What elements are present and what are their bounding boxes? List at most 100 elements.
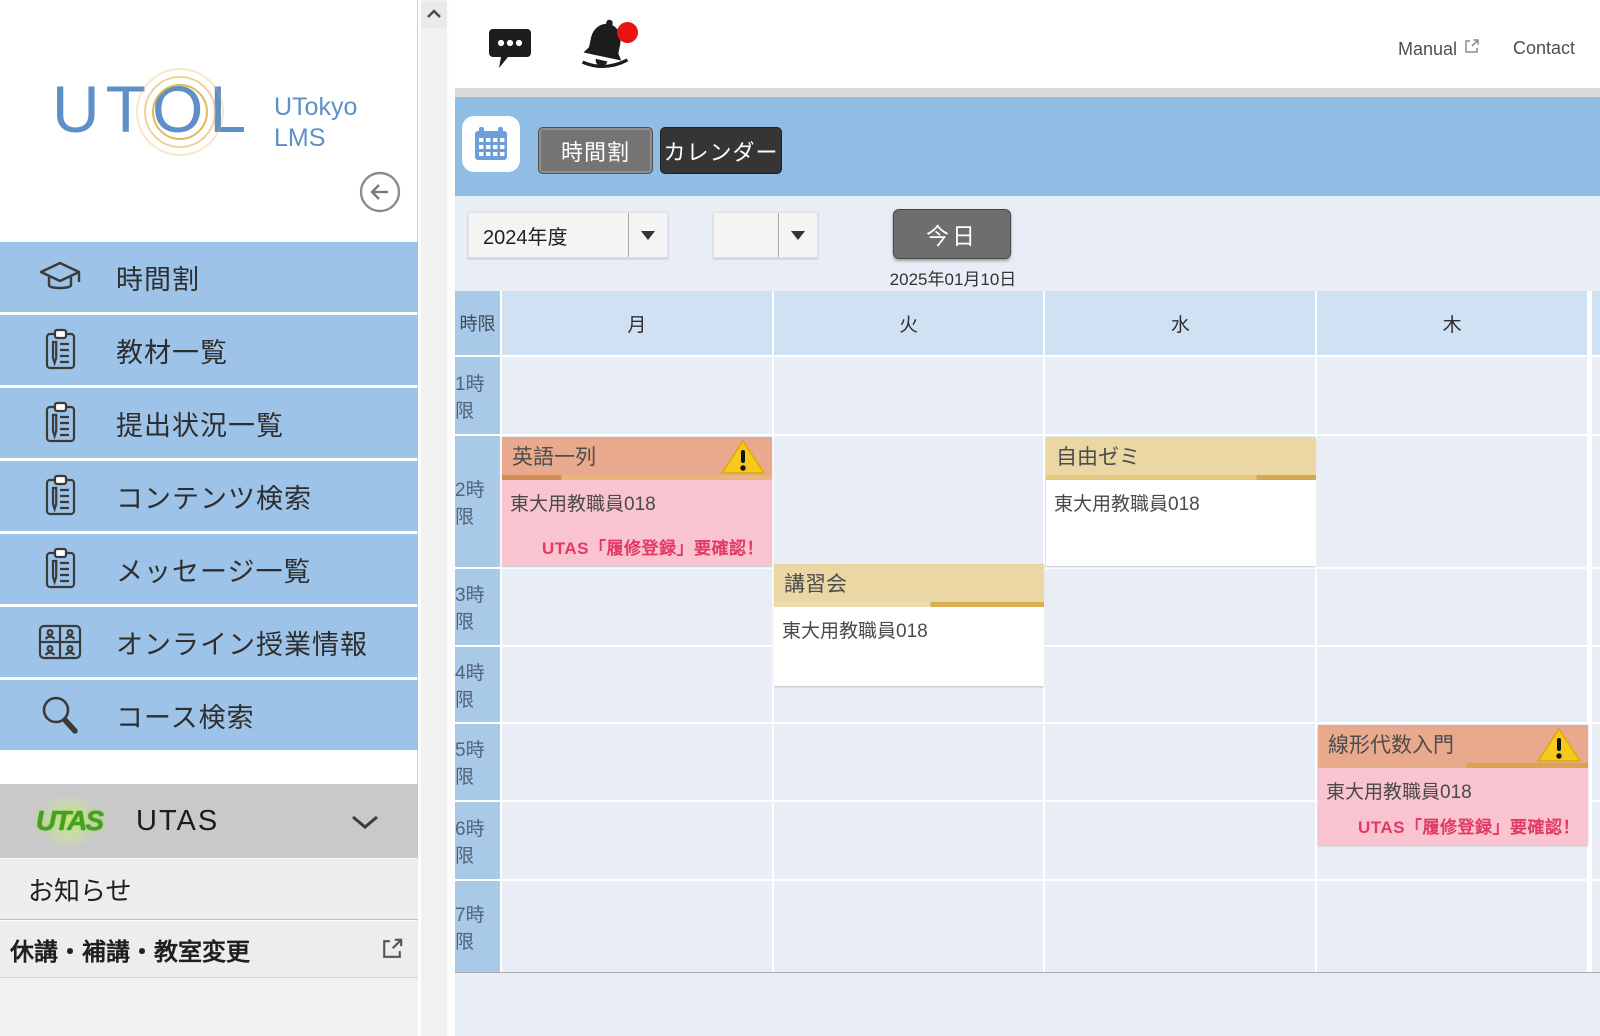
course-card-header: 線形代数入門 xyxy=(1318,725,1588,763)
sidebar-item-class-changes[interactable]: 休講・補講・教室変更 xyxy=(0,921,418,978)
timetable-cell xyxy=(1045,357,1315,434)
clipboard-icon xyxy=(36,474,84,518)
tab-timetable[interactable]: 時間割 xyxy=(538,127,653,174)
sidebar-item-label: オンライン授業情報 xyxy=(116,623,368,662)
term-select[interactable] xyxy=(713,212,818,258)
sidebar-item-content-search[interactable]: コンテンツ検索 xyxy=(0,461,418,531)
manual-link-label: Manual xyxy=(1398,39,1457,60)
logo-subtitle: UTokyo LMS xyxy=(274,92,357,155)
sidebar-item-label: 提出状況一覧 xyxy=(116,404,284,443)
external-link-icon xyxy=(1463,38,1480,60)
logo-subtitle-line1: UTokyo xyxy=(274,92,357,123)
sidebar-item-label: メッセージ一覧 xyxy=(116,550,311,589)
timetable-cell-partial xyxy=(1592,647,1600,722)
course-instructor: 東大用教職員018 xyxy=(502,480,772,516)
period-label: 6時限 xyxy=(455,802,500,879)
tab-calendar[interactable]: カレンダー xyxy=(660,127,782,174)
sidebar-collapse-button[interactable] xyxy=(358,170,402,214)
registration-warning-text: UTAS「履修登録」要確認！ xyxy=(542,534,764,559)
warning-icon[interactable] xyxy=(720,439,766,475)
sidebar-nav: 時間割 教材一覧 提出状況一覧 xyxy=(0,242,418,753)
divider-strip xyxy=(455,88,1600,97)
course-card-body: 東大用教職員018 UTAS「履修登録」要確認！ xyxy=(1318,768,1588,845)
timetable-header-row: 時限 月 火 水 木 xyxy=(455,291,1600,355)
chevron-down-icon xyxy=(350,814,380,835)
timetable-cell xyxy=(774,436,1044,567)
sidebar-item-notices[interactable]: お知らせ xyxy=(0,859,418,920)
utas-section-label: UTAS xyxy=(136,805,219,838)
sidebar-section-utas[interactable]: UTAS UTAS xyxy=(0,784,418,858)
course-instructor: 東大用教職員018 xyxy=(1046,480,1316,516)
view-toolbar: 時間割 カレンダー xyxy=(455,97,1600,196)
timetable-cell xyxy=(1045,569,1315,645)
scroll-up-button[interactable] xyxy=(421,2,447,28)
tab-label: 時間割 xyxy=(561,135,630,167)
sidebar-item-online-class-info[interactable]: オンライン授業情報 xyxy=(0,607,418,677)
timetable-cell xyxy=(774,802,1044,879)
course-card-header: 英語一列 xyxy=(502,437,772,475)
course-card-body: 東大用教職員018 UTAS「履修登録」要確認！ xyxy=(502,480,772,566)
graduation-cap-icon xyxy=(36,259,84,295)
timetable-cell-partial xyxy=(1592,436,1600,567)
day-header-wed: 水 xyxy=(1045,291,1315,355)
day-header-tue: 火 xyxy=(774,291,1044,355)
tab-label: カレンダー xyxy=(663,135,778,167)
course-card-header: 講習会 xyxy=(774,564,1044,602)
clipboard-icon xyxy=(36,547,84,591)
chat-icon[interactable] xyxy=(487,24,533,70)
clipboard-icon xyxy=(36,401,84,445)
course-card-linear-algebra[interactable]: 線形代数入門 東大用教職員018 UTAS「履修登録」要確認！ xyxy=(1318,725,1588,845)
sidebar-item-materials[interactable]: 教材一覧 xyxy=(0,315,418,385)
today-button[interactable]: 今日 xyxy=(893,209,1011,259)
course-card-body: 東大用教職員018 xyxy=(774,607,1044,686)
course-card-seminar[interactable]: 講習会 東大用教職員018 xyxy=(774,564,1044,686)
logo-letter-o: O xyxy=(152,76,209,142)
timetable-cell-partial xyxy=(1592,357,1600,434)
day-header-mon: 月 xyxy=(502,291,772,355)
sidebar-item-timetable[interactable]: 時間割 xyxy=(0,242,418,312)
calendar-icon xyxy=(462,116,520,172)
timetable-cell xyxy=(502,724,772,800)
term-select-value xyxy=(714,213,778,257)
course-instructor: 東大用教職員018 xyxy=(774,607,1044,643)
timetable-cell xyxy=(502,647,772,722)
sidebar-item-course-search[interactable]: コース検索 xyxy=(0,680,418,750)
sidebar-item-label: 教材一覧 xyxy=(116,331,228,370)
course-title: 自由ゼミ xyxy=(1056,441,1140,471)
notification-badge xyxy=(617,22,638,43)
main-content: Manual Contact xyxy=(455,0,1600,1036)
contact-link[interactable]: Contact xyxy=(1513,38,1575,59)
external-link-icon xyxy=(380,937,404,961)
logo-letter: L xyxy=(209,76,252,142)
manual-link[interactable]: Manual xyxy=(1398,38,1480,60)
year-select[interactable]: 2024年度 xyxy=(468,212,668,258)
course-card-english[interactable]: 英語一列 東大用教職員018 UTAS「履修登録」要確認！ xyxy=(502,437,772,566)
scrollbar-track[interactable] xyxy=(421,0,447,1036)
registration-warning-text: UTAS「履修登録」要確認！ xyxy=(1358,813,1580,838)
timetable-cell xyxy=(1317,357,1587,434)
sidebar-footer-space xyxy=(0,978,418,1036)
course-title: 英語一列 xyxy=(512,441,596,471)
timetable-cell xyxy=(1045,802,1315,879)
timetable-cell xyxy=(1045,647,1315,722)
timetable-cell xyxy=(1045,881,1315,972)
sidebar-item-message-list[interactable]: メッセージ一覧 xyxy=(0,534,418,604)
period-label: 2時限 xyxy=(455,436,500,567)
period-label: 3時限 xyxy=(455,569,500,645)
period-header-cell: 時限 xyxy=(455,291,500,355)
day-header-partial xyxy=(1592,291,1600,355)
course-card-body: 東大用教職員018 xyxy=(1046,480,1316,566)
period-label: 4時限 xyxy=(455,647,500,722)
top-bar: Manual Contact xyxy=(455,0,1600,88)
course-title: 線形代数入門 xyxy=(1328,729,1454,759)
timetable-cell xyxy=(1045,724,1315,800)
timetable-cell xyxy=(774,881,1044,972)
page-scrollbar[interactable] xyxy=(419,0,455,1036)
sidebar-item-label: 休講・補講・教室変更 xyxy=(10,932,250,967)
timetable-cell xyxy=(1317,569,1587,645)
utas-logo-icon: UTAS xyxy=(34,797,104,845)
sidebar-item-label: コンテンツ検索 xyxy=(116,477,312,516)
warning-icon[interactable] xyxy=(1536,727,1582,763)
sidebar-item-submission-status[interactable]: 提出状況一覧 xyxy=(0,388,418,458)
course-card-free-seminar[interactable]: 自由ゼミ 東大用教職員018 xyxy=(1046,437,1316,566)
